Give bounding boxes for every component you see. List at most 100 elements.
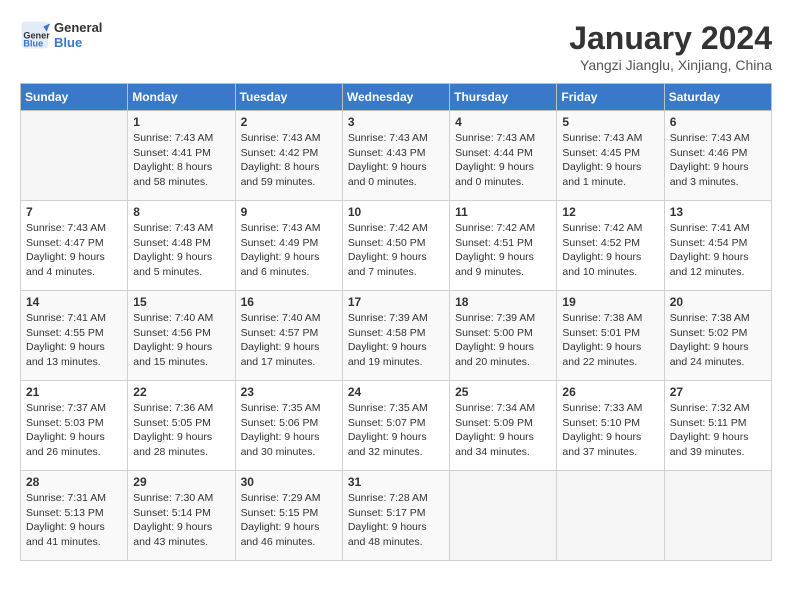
logo-text-blue: Blue bbox=[54, 35, 102, 50]
calendar-cell: 25 Sunrise: 7:34 AMSunset: 5:09 PMDayligh… bbox=[450, 381, 557, 471]
calendar-cell: 3Sunrise: 7:43 AMSunset: 4:43 PMDaylight… bbox=[342, 111, 449, 201]
calendar-cell: 18Sunrise: 7:39 AMSunset: 5:00 PMDayligh… bbox=[450, 291, 557, 381]
calendar-cell: 22 Sunrise: 7:36 AMSunset: 5:05 PMDayligh… bbox=[128, 381, 235, 471]
day-info: Sunrise: 7:33 AMSunset: 5:10 PMDaylight:… bbox=[562, 401, 658, 460]
calendar-cell: 24 Sunrise: 7:35 AMSunset: 5:07 PMDayligh… bbox=[342, 381, 449, 471]
day-info: Sunrise: 7:43 AMSunset: 4:44 PMDaylight:… bbox=[455, 131, 551, 190]
calendar-week-4: 21 Sunrise: 7:37 AMSunset: 5:03 PMDayligh… bbox=[21, 381, 772, 471]
day-number: 6 bbox=[670, 115, 766, 129]
calendar-cell bbox=[21, 111, 128, 201]
calendar-cell: 8 Sunrise: 7:43 AMSunset: 4:48 PMDaylight… bbox=[128, 201, 235, 291]
day-number: 16 bbox=[241, 295, 337, 309]
day-info: Sunrise: 7:28 AMSunset: 5:17 PMDaylight:… bbox=[348, 491, 444, 550]
logo: General Blue General Blue bbox=[20, 20, 102, 50]
calendar-cell bbox=[450, 471, 557, 561]
day-info: Sunrise: 7:42 AMSunset: 4:51 PMDaylight:… bbox=[455, 221, 551, 280]
day-info: Sunrise: 7:37 AMSunset: 5:03 PMDaylight:… bbox=[26, 401, 122, 460]
day-number: 1 bbox=[133, 115, 229, 129]
day-number: 14 bbox=[26, 295, 122, 309]
calendar-week-1: 1 Sunrise: 7:43 AMSunset: 4:41 PMDaylight… bbox=[21, 111, 772, 201]
page-header: General Blue General Blue January 2024 Y… bbox=[20, 20, 772, 73]
day-info: Sunrise: 7:34 AMSunset: 5:09 PMDaylight:… bbox=[455, 401, 551, 460]
calendar-cell: 28 Sunrise: 7:31 AMSunset: 5:13 PMDayligh… bbox=[21, 471, 128, 561]
svg-text:Blue: Blue bbox=[23, 39, 43, 49]
day-number: 4 bbox=[455, 115, 551, 129]
calendar-cell: 9Sunrise: 7:43 AMSunset: 4:49 PMDaylight… bbox=[235, 201, 342, 291]
calendar-week-2: 7Sunrise: 7:43 AMSunset: 4:47 PMDaylight… bbox=[21, 201, 772, 291]
calendar-cell: 17Sunrise: 7:39 AMSunset: 4:58 PMDayligh… bbox=[342, 291, 449, 381]
day-number: 10 bbox=[348, 205, 444, 219]
weekday-header-monday: Monday bbox=[128, 84, 235, 111]
calendar-cell: 20Sunrise: 7:38 AMSunset: 5:02 PMDayligh… bbox=[664, 291, 771, 381]
day-info: Sunrise: 7:43 AMSunset: 4:42 PMDaylight:… bbox=[241, 131, 337, 190]
calendar-cell: 13 Sunrise: 7:41 AMSunset: 4:54 PMDayligh… bbox=[664, 201, 771, 291]
day-number: 29 bbox=[133, 475, 229, 489]
day-number: 21 bbox=[26, 385, 122, 399]
day-info: Sunrise: 7:40 AMSunset: 4:57 PMDaylight:… bbox=[241, 311, 337, 370]
calendar-cell: 7Sunrise: 7:43 AMSunset: 4:47 PMDaylight… bbox=[21, 201, 128, 291]
day-number: 7 bbox=[26, 205, 122, 219]
day-info: Sunrise: 7:42 AMSunset: 4:50 PMDaylight:… bbox=[348, 221, 444, 280]
day-number: 2 bbox=[241, 115, 337, 129]
day-number: 8 bbox=[133, 205, 229, 219]
day-number: 27 bbox=[670, 385, 766, 399]
day-number: 28 bbox=[26, 475, 122, 489]
day-info: Sunrise: 7:32 AMSunset: 5:11 PMDaylight:… bbox=[670, 401, 766, 460]
day-info: Sunrise: 7:35 AMSunset: 5:06 PMDaylight:… bbox=[241, 401, 337, 460]
calendar-cell: 30Sunrise: 7:29 AMSunset: 5:15 PMDayligh… bbox=[235, 471, 342, 561]
day-info: Sunrise: 7:38 AMSunset: 5:01 PMDaylight:… bbox=[562, 311, 658, 370]
day-info: Sunrise: 7:30 AMSunset: 5:14 PMDaylight:… bbox=[133, 491, 229, 550]
calendar-week-3: 14 Sunrise: 7:41 AMSunset: 4:55 PMDayligh… bbox=[21, 291, 772, 381]
calendar-cell: 11 Sunrise: 7:42 AMSunset: 4:51 PMDayligh… bbox=[450, 201, 557, 291]
weekday-header-row: SundayMondayTuesdayWednesdayThursdayFrid… bbox=[21, 84, 772, 111]
day-info: Sunrise: 7:31 AMSunset: 5:13 PMDaylight:… bbox=[26, 491, 122, 550]
calendar-cell: 1 Sunrise: 7:43 AMSunset: 4:41 PMDaylight… bbox=[128, 111, 235, 201]
calendar-cell: 4 Sunrise: 7:43 AMSunset: 4:44 PMDaylight… bbox=[450, 111, 557, 201]
calendar-cell: 2 Sunrise: 7:43 AMSunset: 4:42 PMDaylight… bbox=[235, 111, 342, 201]
day-number: 12 bbox=[562, 205, 658, 219]
day-info: Sunrise: 7:41 AMSunset: 4:55 PMDaylight:… bbox=[26, 311, 122, 370]
day-number: 11 bbox=[455, 205, 551, 219]
weekday-header-thursday: Thursday bbox=[450, 84, 557, 111]
day-number: 25 bbox=[455, 385, 551, 399]
calendar-cell: 26Sunrise: 7:33 AMSunset: 5:10 PMDayligh… bbox=[557, 381, 664, 471]
calendar-cell: 15 Sunrise: 7:40 AMSunset: 4:56 PMDayligh… bbox=[128, 291, 235, 381]
calendar-cell bbox=[557, 471, 664, 561]
calendar-cell: 10 Sunrise: 7:42 AMSunset: 4:50 PMDayligh… bbox=[342, 201, 449, 291]
weekday-header-saturday: Saturday bbox=[664, 84, 771, 111]
calendar-cell: 27 Sunrise: 7:32 AMSunset: 5:11 PMDayligh… bbox=[664, 381, 771, 471]
calendar-cell: 5Sunrise: 7:43 AMSunset: 4:45 PMDaylight… bbox=[557, 111, 664, 201]
day-number: 24 bbox=[348, 385, 444, 399]
day-info: Sunrise: 7:40 AMSunset: 4:56 PMDaylight:… bbox=[133, 311, 229, 370]
day-number: 13 bbox=[670, 205, 766, 219]
weekday-header-tuesday: Tuesday bbox=[235, 84, 342, 111]
location-subtitle: Yangzi Jianglu, Xinjiang, China bbox=[569, 57, 772, 73]
day-number: 17 bbox=[348, 295, 444, 309]
day-number: 15 bbox=[133, 295, 229, 309]
logo-text-general: General bbox=[54, 20, 102, 35]
day-info: Sunrise: 7:43 AMSunset: 4:43 PMDaylight:… bbox=[348, 131, 444, 190]
day-number: 9 bbox=[241, 205, 337, 219]
weekday-header-wednesday: Wednesday bbox=[342, 84, 449, 111]
day-info: Sunrise: 7:41 AMSunset: 4:54 PMDaylight:… bbox=[670, 221, 766, 280]
day-info: Sunrise: 7:43 AMSunset: 4:46 PMDaylight:… bbox=[670, 131, 766, 190]
day-number: 22 bbox=[133, 385, 229, 399]
title-block: January 2024 Yangzi Jianglu, Xinjiang, C… bbox=[569, 20, 772, 73]
day-info: Sunrise: 7:43 AMSunset: 4:41 PMDaylight:… bbox=[133, 131, 229, 190]
calendar-cell: 29 Sunrise: 7:30 AMSunset: 5:14 PMDayligh… bbox=[128, 471, 235, 561]
day-info: Sunrise: 7:35 AMSunset: 5:07 PMDaylight:… bbox=[348, 401, 444, 460]
calendar-cell bbox=[664, 471, 771, 561]
day-info: Sunrise: 7:36 AMSunset: 5:05 PMDaylight:… bbox=[133, 401, 229, 460]
calendar-cell: 12Sunrise: 7:42 AMSunset: 4:52 PMDayligh… bbox=[557, 201, 664, 291]
calendar-cell: 23Sunrise: 7:35 AMSunset: 5:06 PMDayligh… bbox=[235, 381, 342, 471]
day-info: Sunrise: 7:43 AMSunset: 4:48 PMDaylight:… bbox=[133, 221, 229, 280]
day-info: Sunrise: 7:39 AMSunset: 5:00 PMDaylight:… bbox=[455, 311, 551, 370]
weekday-header-sunday: Sunday bbox=[21, 84, 128, 111]
day-number: 31 bbox=[348, 475, 444, 489]
weekday-header-friday: Friday bbox=[557, 84, 664, 111]
calendar-cell: 14 Sunrise: 7:41 AMSunset: 4:55 PMDayligh… bbox=[21, 291, 128, 381]
day-info: Sunrise: 7:43 AMSunset: 4:45 PMDaylight:… bbox=[562, 131, 658, 190]
calendar-table: SundayMondayTuesdayWednesdayThursdayFrid… bbox=[20, 83, 772, 561]
calendar-cell: 16 Sunrise: 7:40 AMSunset: 4:57 PMDayligh… bbox=[235, 291, 342, 381]
calendar-cell: 31 Sunrise: 7:28 AMSunset: 5:17 PMDayligh… bbox=[342, 471, 449, 561]
